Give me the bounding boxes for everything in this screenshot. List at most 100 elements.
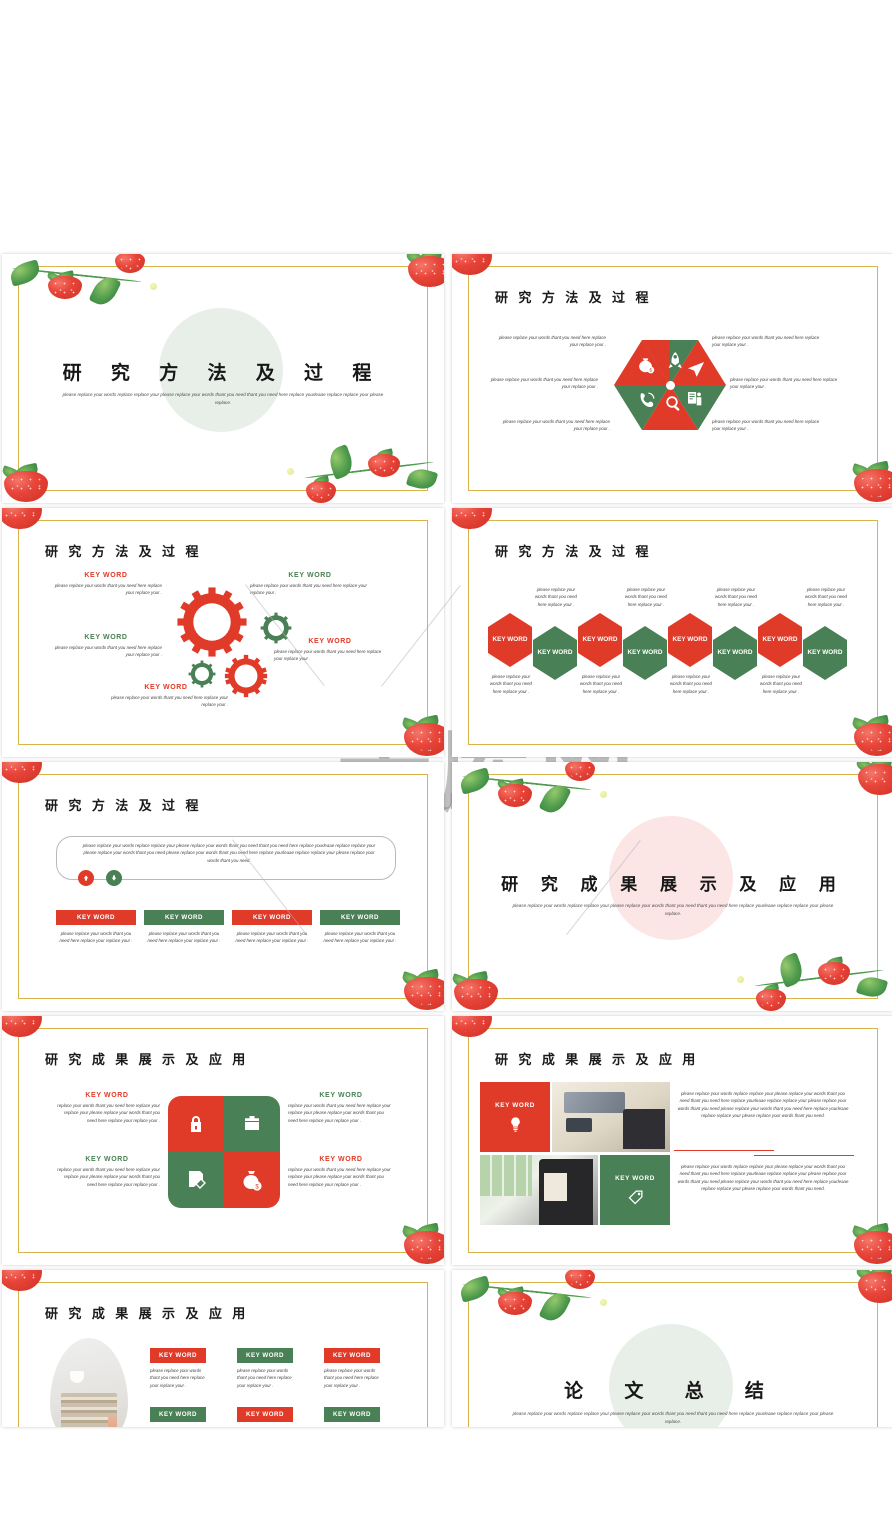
oval-chip-4[interactable]: KEY WORD please replace your words thant… — [237, 1407, 293, 1427]
slide-pinwheel[interactable]: 研 究 成 果 展 示 及 应 用 $ KEY WORD replace you… — [2, 1016, 444, 1265]
bud-decor — [600, 791, 607, 798]
key-label: KEY WORD — [84, 572, 128, 579]
oval-chip-5[interactable]: KEY WORD please replace your words thant… — [324, 1407, 380, 1427]
key-label: KEY WORD — [85, 1092, 129, 1099]
strawberry-decor — [400, 1222, 444, 1265]
oval-chip-3[interactable]: KEY WORD please replace your words thant… — [150, 1407, 206, 1427]
hex-cell[interactable]: please replace your words thant you need… — [713, 587, 759, 680]
key-text: please replace your words thant you need… — [250, 583, 367, 596]
pinwheel-quadrant[interactable]: $ — [224, 1152, 280, 1208]
hex-text: please replace your words thant you need… — [535, 587, 577, 607]
slide-oval-grid[interactable]: 研 究 成 果 展 示 及 应 用 KEY WORD please replac… — [2, 1270, 444, 1427]
slide-heading: 研 究 成 果 展 示 及 应 用 — [45, 1052, 249, 1067]
chip-label: KEY WORD — [150, 1407, 206, 1422]
oval-chip-1[interactable]: KEY WORD please replace your words thant… — [237, 1348, 293, 1389]
strawberry-decor — [45, 270, 82, 306]
key-text: replace your words thant you need here r… — [57, 1167, 160, 1187]
summary-text: please replace your words replace replac… — [82, 843, 376, 863]
slide-mosaic[interactable]: 研 究 成 果 展 示 及 应 用 KEY WORD KEY WORD plea… — [452, 1016, 892, 1265]
gear-large-red[interactable] — [176, 586, 248, 658]
slide-section-results[interactable]: 研 究 成 果 展 示 及 应 用 please replace your wo… — [452, 762, 892, 1011]
strawberry-decor — [452, 254, 492, 284]
slide-roundbox[interactable]: 研 究 方 法 及 过 程 please replace your words … — [2, 762, 444, 1011]
leaf-decor — [325, 444, 357, 480]
pinwheel-quadrant[interactable] — [224, 1096, 280, 1152]
photo-books-oval — [50, 1338, 128, 1427]
hex-cell[interactable]: please replace your words thant you need… — [623, 587, 669, 680]
leaf-decor — [775, 952, 807, 988]
strawberry-decor — [818, 956, 850, 991]
chip-group-1[interactable]: KEY WORD please replace your words thant… — [144, 910, 224, 945]
bud-decor — [287, 468, 294, 475]
key-label: KEY WORD — [288, 572, 332, 579]
chip-text: please replace your words thant you need… — [237, 1368, 292, 1388]
oval-chip-0[interactable]: KEY WORD please replace your words thant… — [150, 1348, 206, 1389]
hex-cell[interactable]: please replace your words thant you need… — [533, 587, 579, 680]
leaf-decor — [88, 272, 122, 310]
chip-label: KEY WORD — [320, 910, 400, 925]
chip-group-3[interactable]: KEY WORD please replace your words thant… — [320, 910, 400, 945]
section-title: 研 究 成 果 展 示 及 应 用 — [501, 875, 845, 894]
photo-person-window — [480, 1155, 598, 1225]
strawberry-decor — [368, 448, 400, 483]
bud-decor — [150, 283, 157, 290]
mosaic-tile-keyword-red[interactable]: KEY WORD — [480, 1082, 550, 1152]
hex-cell[interactable]: KEY WORD please replace your words thant… — [668, 613, 714, 695]
strawberry-decor — [495, 1286, 532, 1322]
slide-section-summary[interactable]: 论 文 总 结 please replace your words replac… — [452, 1270, 892, 1427]
hex-label: KEY WORD — [488, 613, 532, 667]
strawberry-decor — [850, 1222, 892, 1265]
strawberry-decor — [565, 762, 595, 787]
gear-medium-red[interactable] — [224, 654, 268, 698]
chip-text: please replace your words thant you need… — [147, 931, 221, 944]
slide-heading: 研 究 方 法 及 过 程 — [45, 798, 202, 813]
slide-gears[interactable]: 研 究 方 法 及 过 程 KEY WORD please replace yo… — [2, 508, 444, 757]
section-subtitle: please replace your words replace replac… — [62, 392, 384, 406]
hex-label: KEY WORD — [578, 613, 622, 667]
mosaic-tile-keyword-green[interactable]: KEY WORD — [600, 1155, 670, 1225]
bud-decor — [737, 976, 744, 983]
slide-section-method[interactable]: 研 究 方 法 及 过 程 please replace your words … — [2, 254, 444, 503]
strawberry-decor — [2, 508, 42, 538]
hex-cell[interactable]: please replace your words thant you need… — [803, 587, 849, 680]
slide-heading: 研 究 方 法 及 过 程 — [495, 290, 652, 305]
chip-group-0[interactable]: KEY WORD please replace your words thant… — [56, 910, 136, 945]
hex-cell[interactable]: KEY WORD please replace your words thant… — [488, 613, 534, 695]
hex-label: KEY WORD — [533, 626, 577, 680]
gear-icon — [224, 654, 268, 698]
key-text: please replace your words thant you need… — [111, 695, 228, 708]
hexagon-pie-diagram[interactable]: $ — [614, 336, 726, 434]
section-subtitle: please replace your words replace replac… — [512, 1411, 834, 1425]
hex-cell[interactable]: KEY WORD please replace your words thant… — [758, 613, 804, 695]
hexpie-callout-4: please replace your words thant you need… — [502, 419, 610, 432]
leaf-decor — [7, 259, 43, 287]
chip-text: please replace your words thant you need… — [235, 931, 309, 944]
arrow-up-icon[interactable] — [78, 870, 94, 886]
leaf-decor — [457, 767, 493, 795]
chip-group-2[interactable]: KEY WORD please replace your words thant… — [232, 910, 312, 945]
pinwheel-group: $ — [168, 1096, 280, 1208]
strawberry-decor — [400, 968, 444, 1011]
vine-decor — [12, 267, 142, 283]
key-label: KEY WORD — [319, 1092, 363, 1099]
chip-label: KEY WORD — [144, 910, 224, 925]
slide-heading: 研 究 方 法 及 过 程 — [495, 544, 652, 559]
photo-desk-documents — [552, 1082, 670, 1152]
pinwheel-key-2: KEY WORD replace your words thant you ne… — [54, 1156, 160, 1188]
pinwheel-quadrant[interactable] — [168, 1152, 224, 1208]
slide-hex-pie[interactable]: 研 究 方 法 及 过 程 $ please replace your word… — [452, 254, 892, 503]
gear-key-3: KEY WORD please replace your words thant… — [274, 638, 386, 663]
leaf-decor — [538, 780, 572, 818]
slide-hex-row[interactable]: 研 究 方 法 及 过 程 KEY WORD please replace yo… — [452, 508, 892, 757]
key-label: KEY WORD — [84, 634, 128, 641]
pinwheel-key-0: KEY WORD replace your words thant you ne… — [54, 1092, 160, 1124]
strawberry-decor — [2, 762, 42, 792]
pinwheel-key-3: KEY WORD replace your words thant you ne… — [288, 1156, 394, 1188]
pinwheel-quadrant[interactable] — [168, 1096, 224, 1152]
arrow-down-icon[interactable] — [106, 870, 122, 886]
oval-chip-2[interactable]: KEY WORD please replace your words thant… — [324, 1348, 380, 1389]
key-text: please replace your words thant you need… — [54, 645, 162, 658]
hex-cell[interactable]: KEY WORD please replace your words thant… — [578, 613, 624, 695]
key-text: replace your words thant you need here r… — [288, 1167, 391, 1187]
key-label: KEY WORD — [144, 684, 188, 691]
